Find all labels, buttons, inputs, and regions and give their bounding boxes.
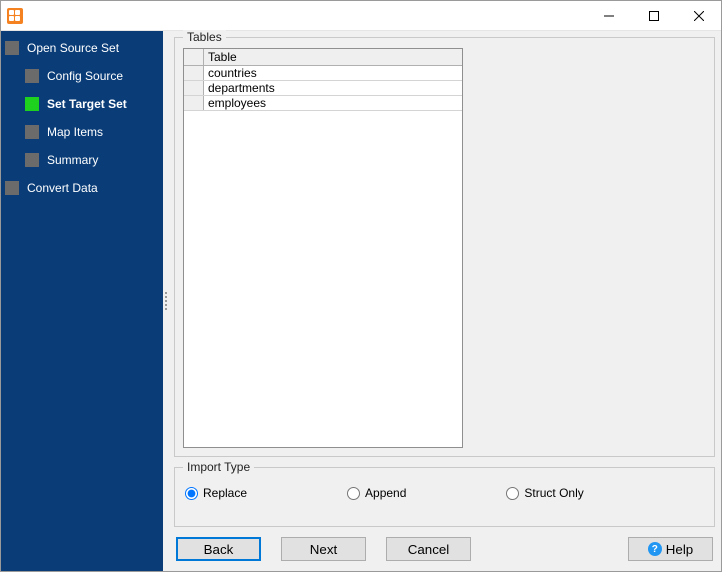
step-label: Summary (47, 153, 98, 167)
step-label: Open Source Set (27, 41, 119, 55)
step-label: Map Items (47, 125, 103, 139)
import-type-option[interactable]: Replace (185, 486, 247, 500)
grid-column-header[interactable]: Table (204, 49, 462, 65)
wizard-step[interactable]: Open Source Set (5, 41, 159, 55)
close-button[interactable] (676, 1, 721, 30)
import-type-option[interactable]: Append (347, 486, 406, 500)
wizard-step[interactable]: Config Source (25, 69, 159, 83)
help-icon: ? (648, 542, 662, 556)
table-row[interactable]: departments (184, 81, 462, 96)
step-status-box (5, 41, 19, 55)
tables-grid[interactable]: Table countriesdepartmentsemployees (183, 48, 463, 448)
step-status-box (5, 181, 19, 195)
table-row[interactable]: countries (184, 66, 462, 81)
main-panel: Tables Table countriesdepartmentsemploye… (168, 31, 721, 571)
wizard-step[interactable]: Convert Data (5, 181, 159, 195)
titlebar (1, 1, 721, 31)
table-cell: departments (204, 81, 462, 95)
wizard-steps-sidebar: Open Source Set Config Source Set Target S… (1, 31, 163, 571)
wizard-step[interactable]: Map Items (25, 125, 159, 139)
row-header (184, 66, 204, 80)
table-cell: employees (204, 96, 462, 110)
table-cell: countries (204, 66, 462, 80)
import-type-radio[interactable] (185, 487, 198, 500)
import-type-option-label: Append (365, 486, 406, 500)
wizard-window: Open Source Set Config Source Set Target S… (0, 0, 722, 572)
tables-group-label: Tables (183, 30, 226, 44)
app-icon (7, 8, 23, 24)
row-header (184, 96, 204, 110)
import-type-option-label: Replace (203, 486, 247, 500)
step-status-box (25, 97, 39, 111)
step-label: Config Source (47, 69, 123, 83)
back-button[interactable]: Back (176, 537, 261, 561)
step-label: Set Target Set (47, 97, 127, 111)
step-status-box (25, 153, 39, 167)
row-header (184, 81, 204, 95)
table-row[interactable]: employees (184, 96, 462, 111)
import-type-option-label: Struct Only (524, 486, 583, 500)
import-type-radio[interactable] (506, 487, 519, 500)
import-type-label: Import Type (183, 460, 254, 474)
import-type-option[interactable]: Struct Only (506, 486, 583, 500)
step-status-box (25, 69, 39, 83)
import-type-group: Import Type ReplaceAppendStruct Only (174, 467, 715, 527)
step-status-box (25, 125, 39, 139)
wizard-step[interactable]: Summary (25, 153, 159, 167)
wizard-step[interactable]: Set Target Set (25, 97, 159, 111)
next-button[interactable]: Next (281, 537, 366, 561)
minimize-button[interactable] (586, 1, 631, 30)
help-button[interactable]: ? Help (628, 537, 713, 561)
grid-corner (184, 49, 204, 65)
cancel-button[interactable]: Cancel (386, 537, 471, 561)
tables-group: Tables Table countriesdepartmentsemploye… (174, 37, 715, 457)
step-label: Convert Data (27, 181, 98, 195)
import-type-radio[interactable] (347, 487, 360, 500)
maximize-button[interactable] (631, 1, 676, 30)
